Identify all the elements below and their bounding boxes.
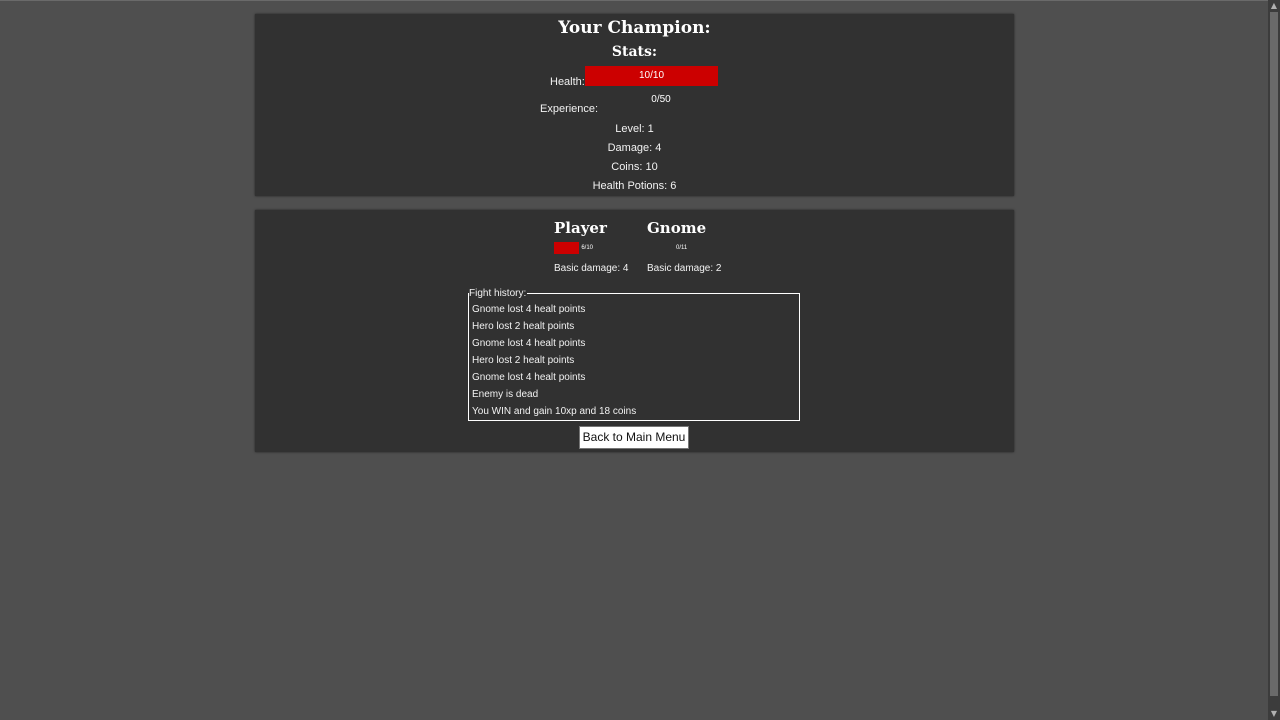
history-entry: Enemy is dead bbox=[472, 389, 539, 400]
champion-stats-panel: Your Champion: Stats: Health: 10/10 Expe… bbox=[255, 14, 1014, 196]
health-bar: 10/10 bbox=[585, 66, 718, 86]
history-entry: Hero lost 2 healt points bbox=[472, 355, 575, 366]
experience-value: 0/50 bbox=[651, 94, 671, 105]
enemy-name: Gnome bbox=[647, 219, 707, 237]
player-health-value: 6/10 bbox=[581, 245, 593, 251]
level-stat: Level: 1 bbox=[615, 123, 654, 135]
fight-history-box: Fight history: Gnome lost 4 healt points… bbox=[468, 288, 800, 422]
enemy-health-bar: 0/11 bbox=[660, 242, 701, 254]
fight-history-label: Fight history: bbox=[469, 288, 528, 299]
history-entry: You WIN and gain 10xp and 18 coins bbox=[472, 406, 637, 417]
player-health-bar: 6/10 bbox=[554, 242, 595, 254]
top-divider bbox=[0, 0, 1268, 1]
enemy-basic-damage: Basic damage: 2 bbox=[647, 263, 722, 274]
back-to-main-menu-button[interactable]: Back to Main Menu bbox=[579, 426, 689, 449]
health-label: Health: bbox=[550, 76, 585, 88]
enemy-health-value: 0/11 bbox=[676, 245, 688, 251]
health-potions-stat: Health Potions: 6 bbox=[592, 180, 677, 192]
damage-stat: Damage: 4 bbox=[607, 142, 662, 154]
health-value: 10/10 bbox=[638, 70, 665, 81]
experience-bar: 0/50 bbox=[585, 94, 737, 110]
fight-history-list: Gnome lost 4 healt points Hero lost 2 he… bbox=[472, 303, 636, 422]
history-entry: Hero lost 2 healt points bbox=[472, 321, 575, 332]
history-entry: Gnome lost 4 healt points bbox=[472, 338, 586, 349]
player-name: Player bbox=[554, 219, 607, 237]
fight-panel: Player Gnome 6/10 0/11 Basic damage: 4 B… bbox=[255, 210, 1014, 452]
scrollbar-thumb[interactable] bbox=[1270, 12, 1278, 696]
player-basic-damage: Basic damage: 4 bbox=[554, 263, 629, 274]
coins-stat: Coins: 10 bbox=[611, 161, 658, 173]
scroll-down-arrow-icon[interactable]: ▼ bbox=[1268, 708, 1280, 720]
stats-title: Stats: bbox=[611, 44, 658, 60]
page-scrollbar[interactable]: ▲ ▼ bbox=[1268, 0, 1280, 720]
scroll-up-arrow-icon[interactable]: ▲ bbox=[1268, 0, 1280, 12]
history-entry: Gnome lost 4 healt points bbox=[472, 304, 586, 315]
champion-title: Your Champion: bbox=[558, 18, 711, 38]
history-entry: Gnome lost 4 healt points bbox=[472, 372, 586, 383]
game-page: Your Champion: Stats: Health: 10/10 Expe… bbox=[0, 0, 1280, 720]
